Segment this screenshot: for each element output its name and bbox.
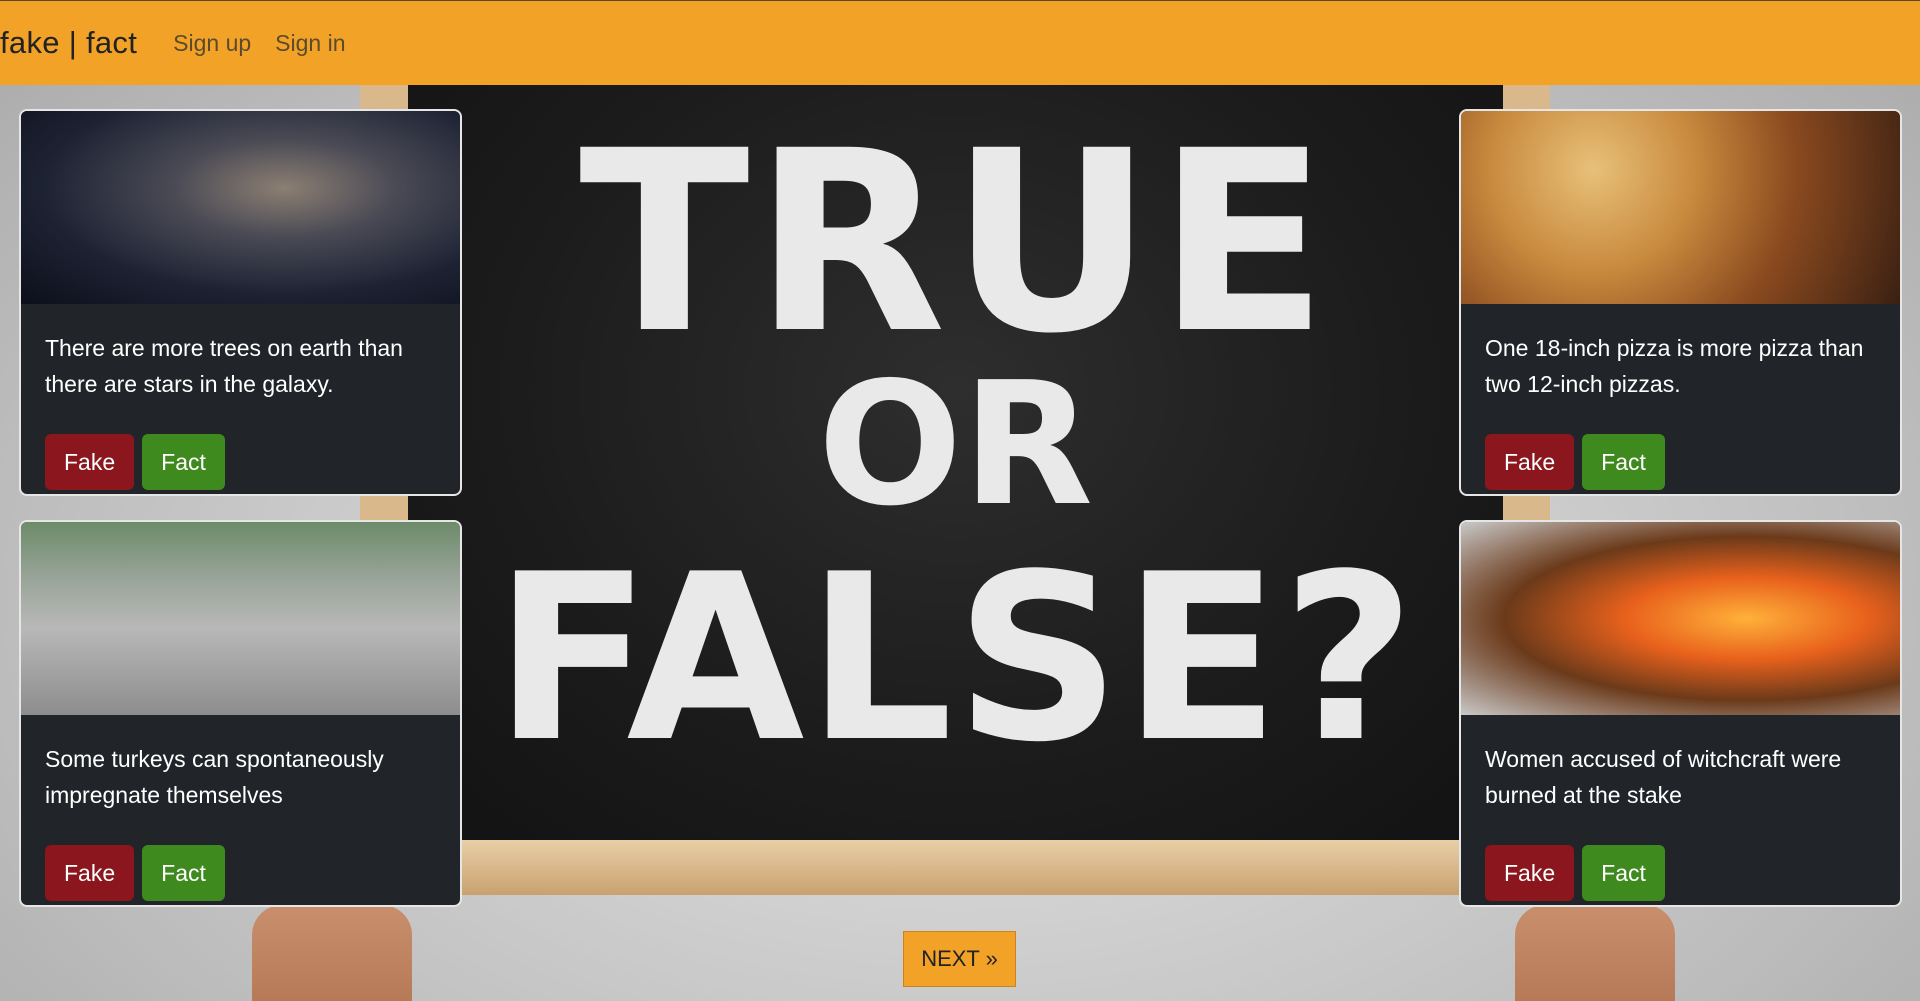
left-hand-image [252, 905, 412, 1001]
card-statement: Women accused of witchcraft were burned … [1485, 746, 1842, 808]
fact-card: There are more trees on earth than there… [19, 109, 462, 496]
card-statement: Some turkeys can spontaneously impregnat… [45, 746, 384, 808]
top-navbar: fake | fact Sign up Sign in [0, 0, 1920, 85]
hero-line-true: TRUE [579, 97, 1332, 388]
fake-button[interactable]: Fake [45, 845, 135, 901]
turkey-image [21, 522, 460, 715]
card-statement: One 18-inch pizza is more pizza than two… [1485, 335, 1864, 397]
brand-logo[interactable]: fake | fact [0, 25, 137, 61]
hero-line-false: FALSE? [493, 526, 1418, 793]
chalkboard-frame-bottom [462, 840, 1462, 895]
galaxy-image [21, 111, 460, 304]
fact-button[interactable]: Fact [142, 845, 225, 901]
next-button[interactable]: NEXT » [903, 931, 1016, 987]
fact-button[interactable]: Fact [1582, 845, 1665, 901]
fact-button[interactable]: Fact [1582, 434, 1665, 490]
fact-button[interactable]: Fact [142, 434, 225, 490]
fact-card: Women accused of witchcraft were burned … [1459, 520, 1902, 907]
hero-line-or: OR [817, 346, 1094, 544]
fake-button[interactable]: Fake [1485, 845, 1575, 901]
fact-card: Some turkeys can spontaneously impregnat… [19, 520, 462, 907]
card-statement: There are more trees on earth than there… [45, 335, 403, 397]
fake-button[interactable]: Fake [45, 434, 135, 490]
nav-sign-in-link[interactable]: Sign in [275, 30, 345, 57]
fact-card: One 18-inch pizza is more pizza than two… [1459, 109, 1902, 496]
pizza-image [1461, 111, 1900, 304]
nav-sign-up-link[interactable]: Sign up [173, 30, 251, 57]
fake-button[interactable]: Fake [1485, 434, 1575, 490]
right-hand-image [1515, 905, 1675, 1001]
fire-image [1461, 522, 1900, 715]
